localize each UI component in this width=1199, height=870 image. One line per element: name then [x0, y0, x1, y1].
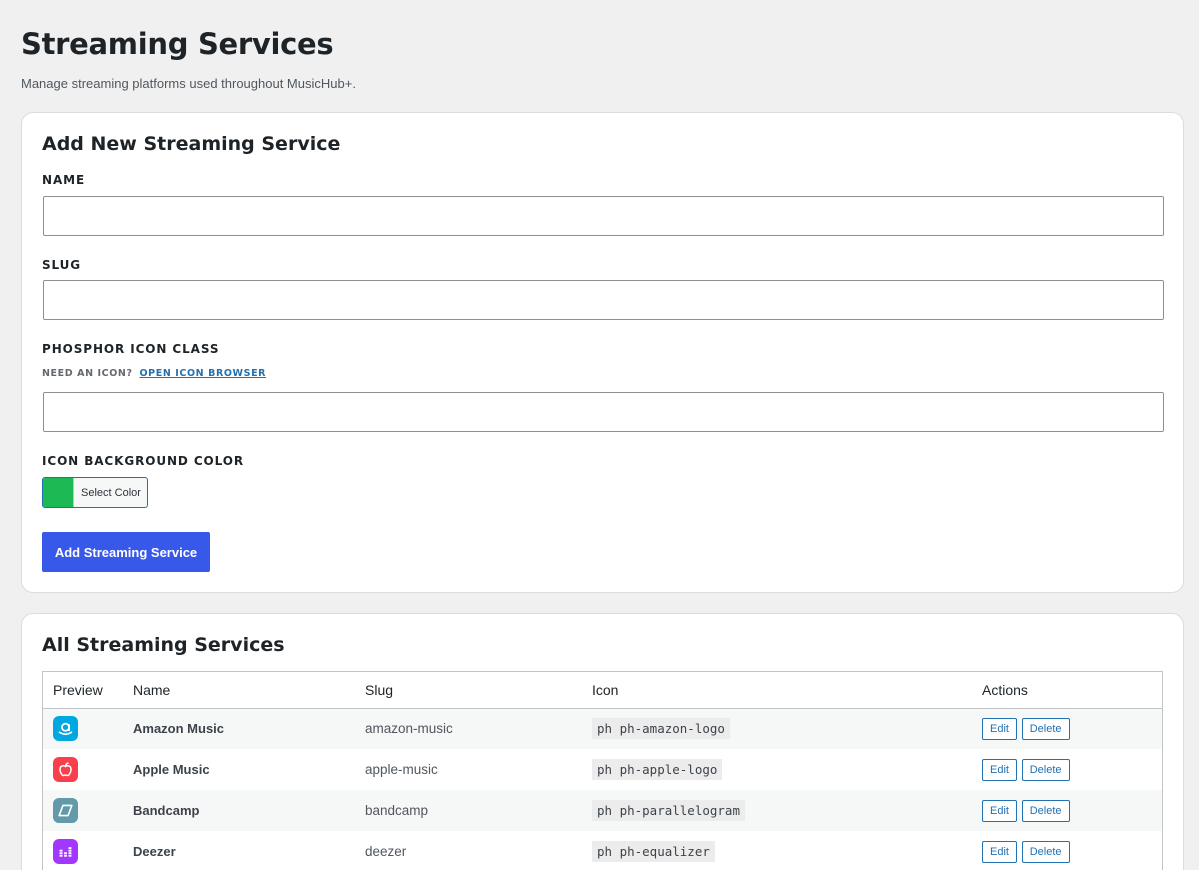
color-swatch [43, 478, 74, 507]
service-name: Bandcamp [133, 803, 200, 818]
slug-input[interactable] [43, 280, 1164, 320]
column-header-name: Name [133, 681, 171, 698]
delete-button[interactable]: Delete [1021, 758, 1070, 781]
service-name: Amazon Music [133, 721, 225, 737]
add-service-heading: Add New Streaming Service [42, 133, 341, 155]
service-icon-class: ph ph-amazon-logo [592, 718, 730, 740]
equalizer-icon [53, 839, 78, 864]
column-header-icon: Icon [592, 681, 619, 698]
services-table: Preview Name Slug Icon Actions Amazon Mu… [42, 671, 1163, 870]
icon-hint-text: NEED AN ICON? [42, 368, 133, 379]
service-slug: deezer [365, 844, 407, 859]
icon-hint: NEED AN ICON? OPEN ICON BROWSER [42, 368, 266, 379]
service-icon-class: ph ph-apple-logo [592, 759, 723, 780]
services-list-card: All Streaming Services Preview Name Slug… [21, 613, 1184, 870]
table-header-row: Preview Name Slug Icon Actions [43, 672, 1162, 708]
column-header-preview: Preview [53, 681, 103, 698]
table-row: Deezer deezer ph ph-equalizer Edit Delet… [43, 831, 1162, 870]
icon-class-input[interactable] [43, 392, 1164, 432]
table-row: Apple Music apple-music ph ph-apple-logo… [43, 749, 1162, 790]
column-header-actions: Actions [982, 681, 1028, 698]
edit-button[interactable]: Edit [982, 799, 1017, 822]
edit-button[interactable]: Edit [982, 758, 1017, 781]
name-label: NAME [42, 173, 86, 187]
table-row: Amazon Music amazon-music ph ph-amazon-l… [43, 708, 1162, 749]
icon-color-label: ICON BACKGROUND COLOR [42, 454, 245, 468]
service-icon-class: ph ph-parallelogram [592, 800, 745, 821]
service-slug: amazon-music [365, 721, 453, 737]
apple-logo-icon [53, 757, 78, 782]
add-streaming-service-button[interactable]: Add Streaming Service [42, 532, 210, 572]
delete-button[interactable]: Delete [1021, 799, 1070, 822]
service-slug: apple-music [365, 762, 438, 777]
service-icon-class: ph ph-equalizer [592, 841, 715, 862]
column-header-slug: Slug [365, 681, 394, 698]
delete-button[interactable]: Delete [1021, 840, 1070, 863]
name-input[interactable] [43, 196, 1164, 236]
amazon-logo-icon [53, 716, 78, 742]
slug-label: SLUG [42, 258, 82, 272]
icon-class-label: PHOSPHOR ICON CLASS [42, 342, 220, 356]
services-list-heading: All Streaming Services [42, 634, 285, 656]
table-row: Bandcamp bandcamp ph ph-parallelogram Ed… [43, 790, 1162, 831]
service-name: Apple Music [133, 762, 210, 777]
color-picker-button[interactable]: Select Color [42, 477, 148, 508]
page-description: Manage streaming platforms used througho… [21, 76, 356, 91]
service-slug: bandcamp [365, 803, 429, 818]
page-title: Streaming Services [21, 27, 334, 61]
edit-button[interactable]: Edit [982, 717, 1017, 740]
delete-button[interactable]: Delete [1021, 717, 1070, 740]
open-icon-browser-link[interactable]: OPEN ICON BROWSER [140, 368, 267, 379]
service-name: Deezer [133, 844, 176, 859]
color-picker-label: Select Color [81, 486, 141, 499]
parallelogram-icon [53, 798, 78, 823]
add-service-card: Add New Streaming Service NAME SLUG PHOS… [21, 112, 1184, 593]
edit-button[interactable]: Edit [982, 840, 1017, 863]
